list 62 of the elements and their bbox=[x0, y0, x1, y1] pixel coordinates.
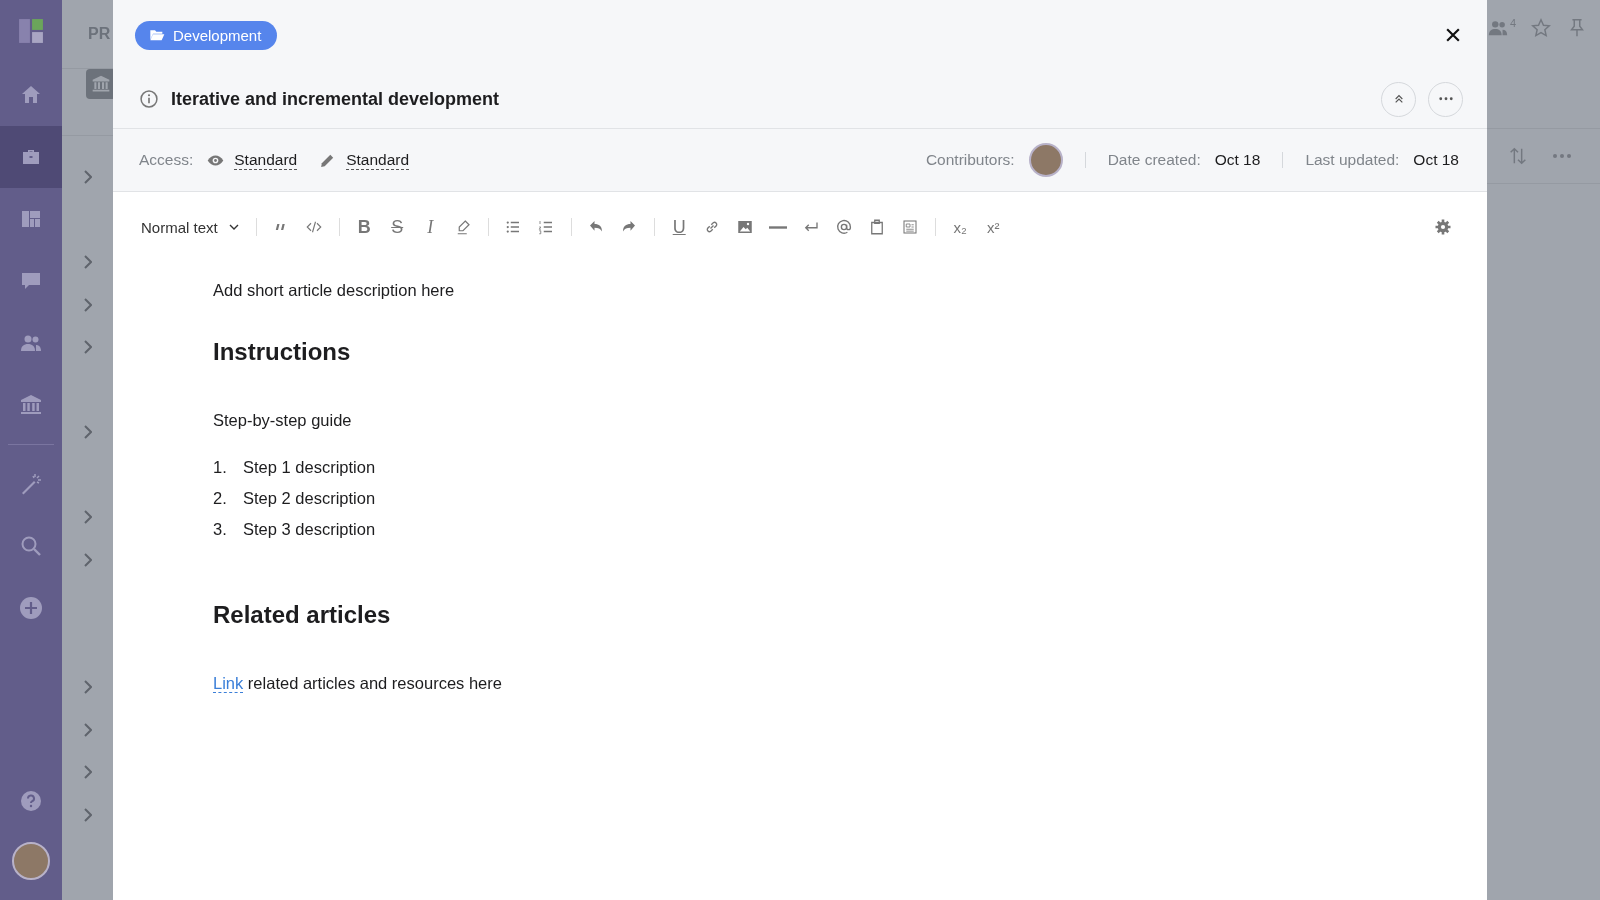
more-icon bbox=[1553, 154, 1571, 158]
folder-tag[interactable]: Development bbox=[135, 20, 278, 50]
date-created: Oct 18 bbox=[1214, 151, 1261, 169]
chevron-icon bbox=[83, 510, 92, 525]
chevron-icon bbox=[83, 552, 92, 567]
list-number: 2. bbox=[213, 489, 228, 508]
paragraph: Step-by-step guide bbox=[213, 410, 353, 431]
last-updated-label: Last updated: bbox=[1305, 151, 1400, 169]
plus-icon bbox=[19, 596, 43, 620]
contributors-label: Contributors: bbox=[925, 151, 1015, 169]
help-icon bbox=[19, 789, 43, 813]
chevron-icon bbox=[83, 722, 92, 737]
edit-access-link[interactable]: Standard bbox=[346, 150, 410, 170]
nav-item[interactable] bbox=[0, 126, 62, 188]
last-updated: Oct 18 bbox=[1413, 151, 1459, 169]
logo-icon bbox=[18, 18, 44, 44]
settings-icon bbox=[1433, 218, 1452, 236]
chevron-icon bbox=[83, 170, 92, 185]
chevron-icon bbox=[83, 255, 92, 270]
user-avatar[interactable] bbox=[12, 842, 50, 880]
format-button[interactable]: S bbox=[380, 212, 414, 242]
chevron-icon bbox=[83, 807, 92, 822]
chevron-icon bbox=[83, 425, 92, 440]
folder-icon bbox=[149, 27, 165, 43]
contributor-avatar[interactable] bbox=[1028, 143, 1063, 177]
link[interactable]: Link bbox=[213, 674, 244, 693]
list-item-text: Step 1 description bbox=[243, 458, 376, 477]
info-icon bbox=[139, 89, 159, 109]
horizontal-rule-icon bbox=[769, 225, 788, 229]
format-button[interactable]: x² bbox=[976, 212, 1010, 242]
access-label: Access: bbox=[139, 151, 194, 169]
section-heading: Related articles bbox=[213, 601, 392, 629]
article-title: Iterative and incremental development bbox=[171, 88, 501, 110]
list-item-text: Step 3 description bbox=[243, 520, 376, 539]
bank-button[interactable] bbox=[86, 69, 116, 99]
image-icon bbox=[736, 218, 755, 236]
paragraph: related articles and resources here bbox=[246, 674, 502, 692]
bank-icon bbox=[91, 74, 111, 94]
paragraph: Add short article description here bbox=[213, 280, 456, 301]
list-number: 3. bbox=[213, 520, 228, 539]
mention-icon bbox=[835, 218, 854, 236]
chevron-icon bbox=[83, 765, 92, 780]
collapse-button[interactable] bbox=[1381, 81, 1416, 117]
format-button[interactable]: x₂ bbox=[943, 212, 977, 242]
star-icon bbox=[1530, 17, 1553, 39]
chevron-icon bbox=[83, 297, 92, 312]
date-created-label: Date created: bbox=[1107, 151, 1201, 169]
chevron-icon bbox=[83, 680, 92, 695]
section-heading: Instructions bbox=[213, 338, 352, 366]
sort-icon bbox=[1507, 145, 1529, 167]
more-icon bbox=[1438, 97, 1453, 101]
text-style-dropdown[interactable]: Normal text bbox=[141, 218, 248, 236]
template-icon bbox=[901, 218, 920, 236]
list-item-text: Step 2 description bbox=[243, 489, 376, 508]
format-button[interactable]: B bbox=[347, 212, 381, 242]
list-number: 1. bbox=[213, 458, 228, 477]
format-button[interactable]: U bbox=[662, 212, 696, 242]
search-icon bbox=[19, 534, 43, 558]
chevron-icon bbox=[83, 340, 92, 355]
bank-icon bbox=[19, 393, 43, 417]
format-button[interactable]: I bbox=[413, 212, 447, 242]
view-access-link[interactable]: Standard bbox=[234, 150, 298, 170]
